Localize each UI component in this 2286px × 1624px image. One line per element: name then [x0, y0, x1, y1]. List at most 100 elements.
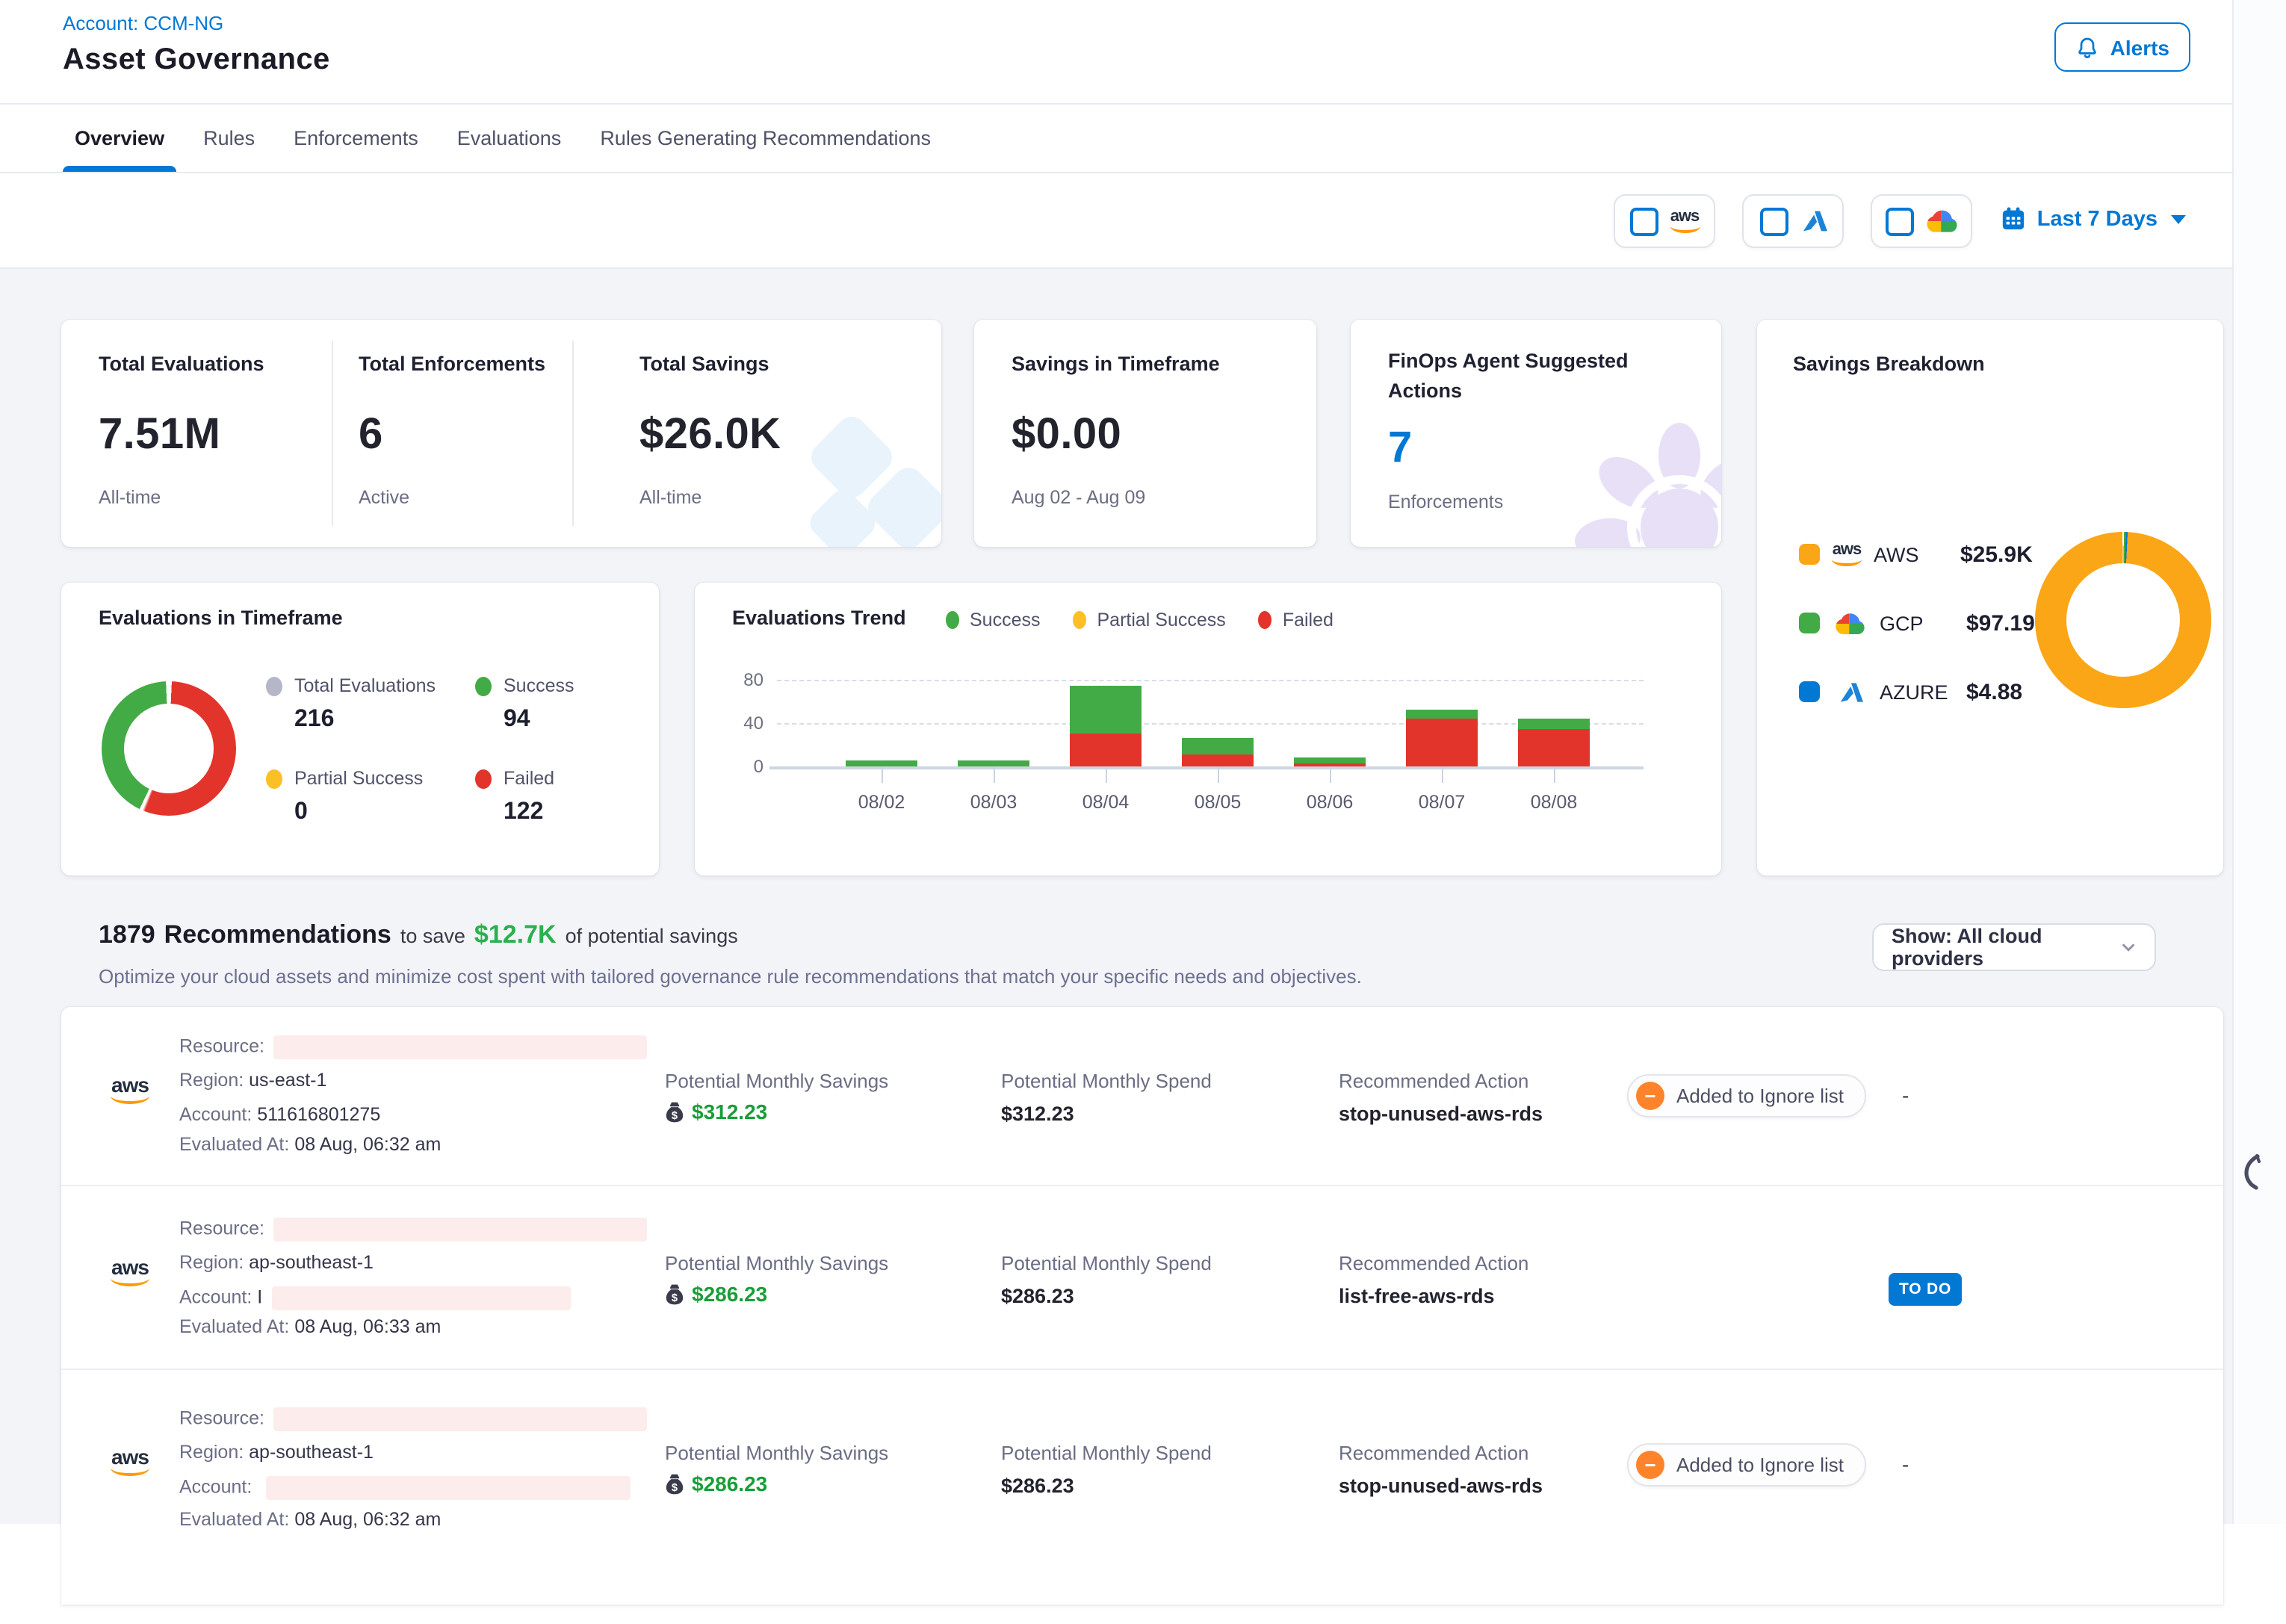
aws-checkbox[interactable] [1629, 207, 1658, 235]
partial-glyph [2241, 1153, 2265, 1195]
date-range-selector[interactable]: Last 7 Days [2001, 206, 2186, 232]
filter-bar: aws [0, 173, 2286, 269]
legend-label: Failed [504, 768, 554, 789]
azure-icon [1832, 679, 1868, 704]
aws-icon: aws [111, 1076, 149, 1104]
legend-value: 122 [504, 799, 554, 826]
aws-icon: aws [1832, 542, 1862, 566]
spend-value: $286.23 [1001, 1475, 1074, 1497]
x-tick-label: 08/08 [1502, 792, 1606, 813]
total-enforcements-stat: Total Enforcements 6 Active [359, 353, 545, 508]
svg-text:$: $ [672, 1292, 678, 1304]
azure-swatch [1799, 681, 1820, 702]
x-tick [882, 766, 883, 783]
breakdown-legend-aws: aws AWS $25.9K [1799, 539, 2033, 569]
trend-bar [1182, 738, 1254, 766]
stat-value: $26.0K [639, 411, 781, 460]
trend-bar [846, 761, 917, 766]
tab-overview[interactable]: Overview [75, 105, 164, 172]
recommendation-row[interactable]: aws Resource: Region: ap-southeast-1 Acc… [61, 1185, 2223, 1370]
success-dot [475, 676, 492, 695]
card-title: Savings Breakdown [1793, 353, 1985, 375]
chevron-down-icon [2120, 938, 2137, 956]
x-tick [1554, 766, 1555, 783]
evaluations-trend-card: Evaluations Trend Success Partial Succes… [695, 583, 1721, 875]
recommendations-count: 1879 [99, 920, 155, 950]
savings-suffix: of potential savings [566, 925, 738, 947]
cloud-provider-filter-dropdown[interactable]: Show: All cloud providers [1872, 923, 2156, 971]
gcp-checkbox[interactable] [1885, 207, 1913, 235]
aws-swatch [1799, 544, 1820, 565]
provider-name: AWS [1874, 543, 1948, 565]
legend-failed: Failed 122 [475, 768, 554, 826]
trend-bar [958, 761, 1029, 766]
totals-card: Total Evaluations 7.51M All-time Total E… [61, 320, 941, 547]
stat-caption: All-time [639, 487, 781, 508]
aws-icon: aws [111, 1448, 149, 1476]
savings-value: $ $286.23 [665, 1472, 767, 1496]
diamond-watermark [777, 397, 941, 547]
alerts-button[interactable]: Alerts [2055, 22, 2190, 72]
stat-label: Actions [1388, 379, 1629, 402]
svg-text:$: $ [672, 1481, 678, 1493]
azure-checkbox[interactable] [1759, 207, 1788, 235]
x-tick [1218, 766, 1219, 783]
action-label: Recommended Action [1339, 1442, 1528, 1464]
partial-dot [266, 769, 282, 788]
savings-value: $ $312.23 [665, 1100, 767, 1124]
x-tick [994, 766, 995, 783]
minus-icon: − [1636, 1082, 1664, 1110]
recommendations-heading: 1879 Recommendations to save $12.7K of p… [99, 920, 738, 950]
legend-value: 94 [504, 707, 574, 734]
recommendation-row[interactable]: aws Resource: Region: us-east-1 Account:… [61, 1007, 2223, 1185]
x-tick-label: 08/02 [829, 792, 934, 813]
stat-caption: Active [359, 487, 545, 508]
recommendations-list: aws Resource: Region: us-east-1 Account:… [61, 1007, 2223, 1605]
ignore-list-pill[interactable]: − Added to Ignore list [1627, 1074, 1866, 1118]
todo-status-badge[interactable]: TO DO [1889, 1273, 1962, 1306]
provider-name: GCP [1880, 612, 1954, 634]
breadcrumb-account-link[interactable]: Account: CCM-NG [63, 12, 223, 34]
stat-label: Total Evaluations [99, 353, 264, 375]
stat-caption: All-time [99, 487, 264, 508]
provider-savings-value: $4.88 [1966, 679, 2022, 704]
recommendations-subtitle: Optimize your cloud assets and minimize … [99, 965, 1362, 988]
aws-filter-chip[interactable]: aws [1614, 194, 1715, 248]
ignore-list-pill[interactable]: − Added to Ignore list [1627, 1443, 1866, 1487]
redacted-resource [273, 1035, 647, 1059]
tab-enforcements[interactable]: Enforcements [294, 105, 418, 172]
potential-savings-amount: $12.7K [474, 920, 557, 950]
status-value: - [1902, 1083, 1909, 1107]
aws-icon: aws [111, 1258, 149, 1286]
save-text: to save [400, 925, 465, 947]
stat-label: Total Enforcements [359, 353, 545, 375]
savings-breakdown-card: Savings Breakdown aws AWS $25.9K GCP $97… [1757, 320, 2223, 875]
action-value: stop-unused-aws-rds [1339, 1475, 1543, 1497]
evaluations-donut [102, 681, 236, 816]
action-label: Recommended Action [1339, 1070, 1528, 1092]
recommendations-count-word: Recommendations [164, 920, 391, 950]
stat-label: FinOps Agent Suggested [1388, 350, 1629, 372]
tab-evaluations[interactable]: Evaluations [457, 105, 562, 172]
gcp-icon [1925, 209, 1958, 233]
tab-rules[interactable]: Rules [203, 105, 255, 172]
trend-bar [1070, 685, 1142, 766]
recommendation-row[interactable]: aws Resource: Region: ap-southeast-1 Acc… [61, 1369, 2223, 1624]
breakdown-legend-azure: AZURE $4.88 [1799, 677, 2022, 707]
x-tick-label: 08/06 [1277, 792, 1382, 813]
money-bag-icon: $ [665, 1283, 684, 1305]
failed-dot [475, 769, 492, 788]
tab-rules-generating-recommendations[interactable]: Rules Generating Recommendations [600, 105, 931, 172]
stat-label: Total Savings [639, 353, 781, 375]
x-tick-label: 08/05 [1165, 792, 1270, 813]
savings-label: Potential Monthly Savings [665, 1442, 888, 1464]
legend-label: Partial Success [294, 768, 423, 789]
savings-breakdown-donut [2035, 532, 2211, 708]
savings-in-timeframe-card: Savings in Timeframe $0.00 Aug 02 - Aug … [974, 320, 1316, 547]
provider-savings-value: $97.19 [1966, 610, 2035, 636]
azure-filter-chip[interactable] [1742, 194, 1844, 248]
savings-value: $ $286.23 [665, 1282, 767, 1306]
chevron-down-icon [2171, 214, 2186, 223]
page-title: Asset Governance [63, 43, 330, 78]
gcp-filter-chip[interactable] [1871, 194, 1972, 248]
